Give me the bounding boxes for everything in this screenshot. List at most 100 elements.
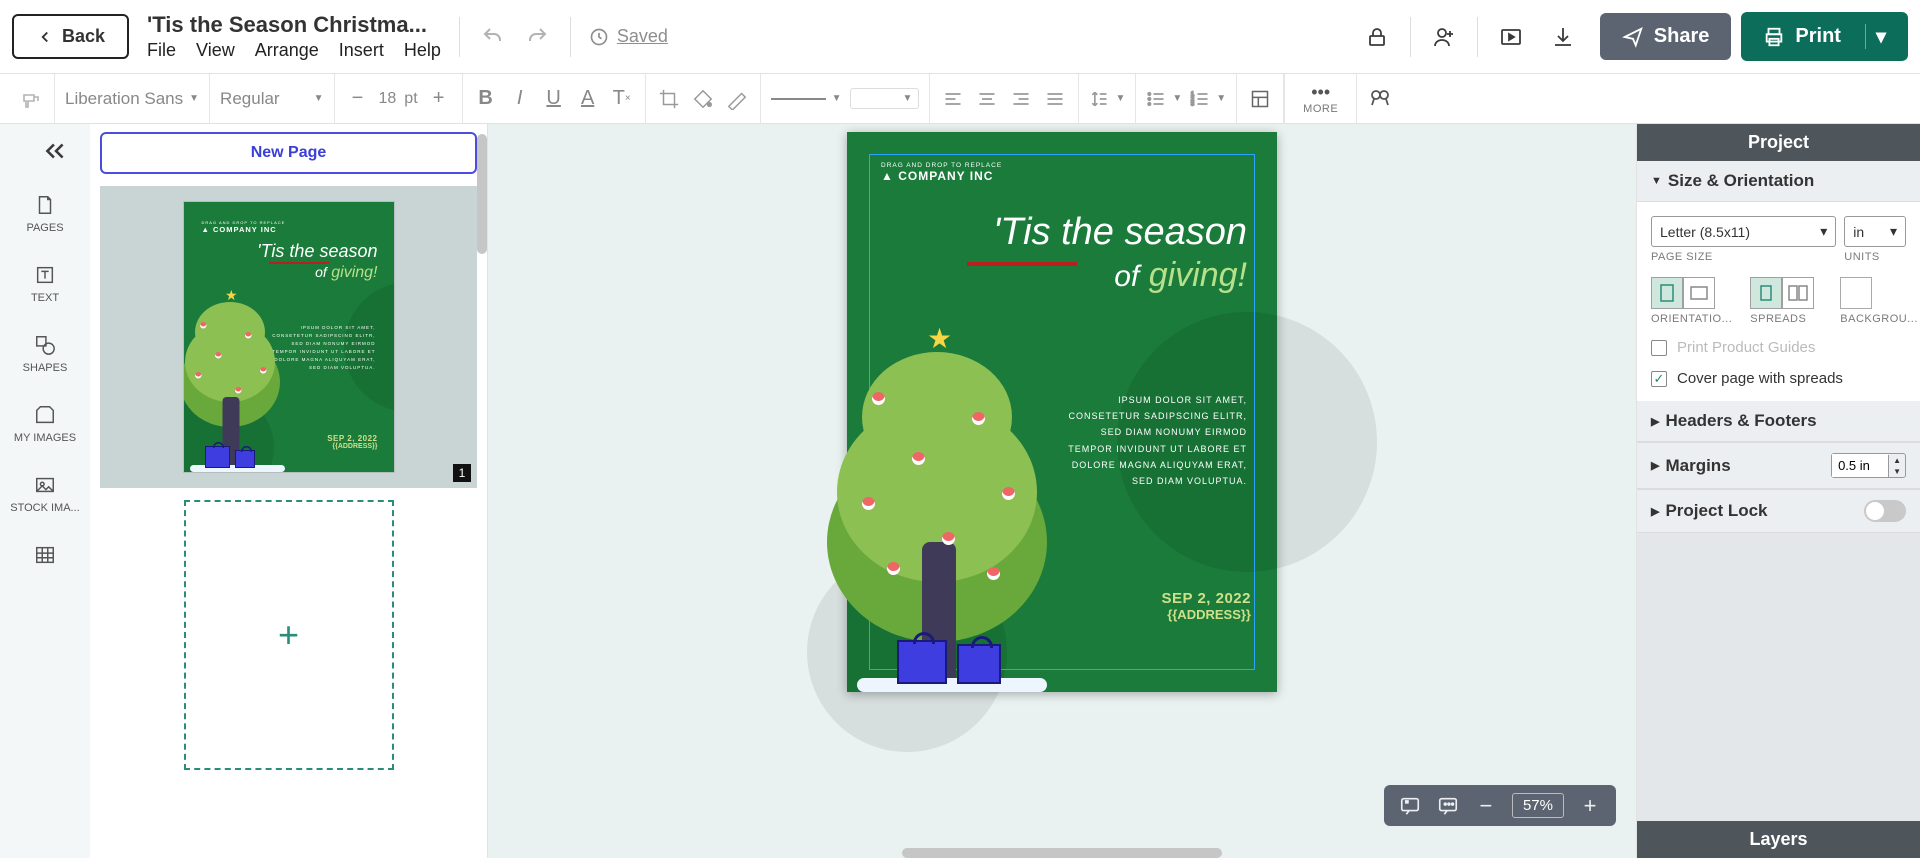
- size-section-label: Size & Orientation: [1668, 171, 1814, 191]
- more-tools[interactable]: ••• MORE: [1284, 74, 1357, 123]
- comment-quote-icon[interactable]: ": [1398, 794, 1422, 818]
- background-label: BACKGROU...: [1840, 313, 1918, 325]
- saved-label: Saved: [617, 26, 668, 47]
- background-color-swatch[interactable]: [1840, 277, 1872, 309]
- share-label: Share: [1654, 25, 1710, 48]
- saved-status[interactable]: Saved: [589, 26, 668, 47]
- align-justify-icon[interactable]: [1042, 86, 1068, 112]
- bullet-list-select[interactable]: ▼: [1146, 89, 1182, 109]
- zoom-in[interactable]: +: [1578, 794, 1602, 818]
- headline-giving: giving!: [1149, 256, 1247, 294]
- more-label: MORE: [1303, 103, 1338, 115]
- font-weight-select[interactable]: Regular ▼: [220, 89, 323, 109]
- page-thumbnail-1[interactable]: DRAG AND DROP TO REPLACE ▲ COMPANY INC '…: [100, 186, 477, 488]
- rail-shapes[interactable]: SHAPES: [19, 334, 72, 374]
- project-lock-toggle[interactable]: [1864, 500, 1906, 522]
- align-right-icon[interactable]: [1008, 86, 1034, 112]
- menu-help[interactable]: Help: [404, 40, 441, 61]
- font-size-value[interactable]: 18: [379, 90, 397, 108]
- font-size-increase[interactable]: +: [426, 86, 452, 112]
- margins-section-label: Margins: [1665, 456, 1730, 476]
- headline-text[interactable]: 'Tis the season of giving!: [993, 212, 1247, 296]
- zoom-bar: " − 57% +: [1384, 785, 1616, 826]
- rail-my-images[interactable]: MY IMAGES: [10, 404, 80, 444]
- fill-color-icon[interactable]: [690, 86, 716, 112]
- spread-double[interactable]: [1782, 277, 1814, 309]
- menu-arrange[interactable]: Arrange: [255, 40, 319, 61]
- units-value: in: [1853, 224, 1864, 240]
- units-select[interactable]: in▾: [1844, 216, 1906, 247]
- comment-dots-icon[interactable]: [1436, 794, 1460, 818]
- clear-format-button[interactable]: T×: [609, 86, 635, 112]
- rail-tables[interactable]: [30, 544, 60, 566]
- share-button[interactable]: Share: [1600, 13, 1732, 60]
- margin-down[interactable]: ▼: [1889, 466, 1905, 477]
- back-label: Back: [62, 26, 105, 47]
- italic-button[interactable]: I: [507, 86, 533, 112]
- body-text[interactable]: IPSUM DOLOR SIT AMET, CONSETETUR SADIPSC…: [1057, 392, 1247, 489]
- margin-input[interactable]: ▲▼: [1831, 453, 1906, 478]
- menu-insert[interactable]: Insert: [339, 40, 384, 61]
- rail-text[interactable]: TEXT: [27, 264, 63, 304]
- numbered-list-select[interactable]: 123 ▼: [1190, 89, 1226, 109]
- rail-stock-images[interactable]: STOCK IMA...: [6, 474, 83, 514]
- print-guides-label: Print Product Guides: [1677, 339, 1815, 356]
- align-center-icon[interactable]: [974, 86, 1000, 112]
- add-collaborator-icon[interactable]: [1429, 22, 1459, 52]
- find-icon[interactable]: [1367, 86, 1393, 112]
- layers-panel-header[interactable]: Layers: [1637, 821, 1920, 858]
- text-color-button[interactable]: A: [575, 86, 601, 112]
- redo-button[interactable]: [522, 22, 552, 52]
- format-painter-icon[interactable]: [18, 86, 44, 112]
- page-size-select[interactable]: Letter (8.5x11)▾: [1651, 216, 1836, 247]
- cover-spreads-checkbox[interactable]: ✓ Cover page with spreads: [1651, 370, 1906, 387]
- bold-button[interactable]: B: [473, 86, 499, 112]
- document-title[interactable]: 'Tis the Season Christma...: [147, 12, 441, 38]
- font-family-value: Liberation Sans: [65, 89, 183, 109]
- lock-icon[interactable]: [1362, 22, 1392, 52]
- collapse-rail-icon[interactable]: [42, 138, 68, 169]
- thumb-underline: [269, 262, 329, 264]
- add-page-placeholder[interactable]: +: [184, 500, 394, 770]
- crop-icon[interactable]: [656, 86, 682, 112]
- underline-button[interactable]: U: [541, 86, 567, 112]
- orientation-portrait[interactable]: [1651, 277, 1683, 309]
- star-icon: ★: [927, 322, 952, 355]
- align-left-icon[interactable]: [940, 86, 966, 112]
- font-family-select[interactable]: Liberation Sans▼: [65, 89, 199, 109]
- font-weight-value: Regular: [220, 89, 280, 109]
- canvas-page[interactable]: DRAG AND DROP TO REPLACE ▲ COMPANY INC '…: [847, 132, 1277, 692]
- company-block[interactable]: DRAG AND DROP TO REPLACE ▲ COMPANY INC: [881, 162, 1002, 183]
- font-size-decrease[interactable]: −: [345, 86, 371, 112]
- date-address-block[interactable]: SEP 2, 2022 {{ADDRESS}}: [1162, 590, 1251, 622]
- undo-button[interactable]: [478, 22, 508, 52]
- size-orientation-section[interactable]: ▼Size & Orientation: [1637, 161, 1920, 202]
- print-dropdown[interactable]: ▾: [1865, 24, 1886, 49]
- orientation-landscape[interactable]: [1683, 277, 1715, 309]
- menu-view[interactable]: View: [196, 40, 235, 61]
- new-page-button[interactable]: New Page: [100, 132, 477, 174]
- menu-file[interactable]: File: [147, 40, 176, 61]
- zoom-value[interactable]: 57%: [1512, 793, 1564, 818]
- cover-spreads-label: Cover page with spreads: [1677, 370, 1843, 387]
- headers-footers-section[interactable]: ▶Headers & Footers: [1637, 401, 1920, 442]
- line-spacing-select[interactable]: ▼: [1089, 89, 1125, 109]
- line-style-select[interactable]: ▼: [771, 93, 842, 104]
- margin-value[interactable]: [1832, 454, 1888, 477]
- rail-pages[interactable]: PAGES: [22, 194, 67, 234]
- spread-single[interactable]: [1750, 277, 1782, 309]
- print-button[interactable]: Print ▾: [1741, 12, 1908, 61]
- print-guides-checkbox[interactable]: ✓ Print Product Guides: [1651, 339, 1906, 356]
- present-icon[interactable]: [1496, 22, 1526, 52]
- zoom-out[interactable]: −: [1474, 794, 1498, 818]
- tree-graphic[interactable]: ★: [817, 322, 1077, 692]
- back-button[interactable]: Back: [12, 14, 129, 59]
- canvas-h-scrollbar[interactable]: [902, 848, 1222, 858]
- thumb-date: SEP 2, 2022: [327, 434, 377, 443]
- border-color-icon[interactable]: [724, 86, 750, 112]
- layout-icon[interactable]: [1247, 86, 1273, 112]
- pages-scrollbar[interactable]: [477, 134, 487, 254]
- download-icon[interactable]: [1548, 22, 1578, 52]
- line-weight-select[interactable]: ▼: [850, 88, 920, 109]
- margin-up[interactable]: ▲: [1889, 455, 1905, 466]
